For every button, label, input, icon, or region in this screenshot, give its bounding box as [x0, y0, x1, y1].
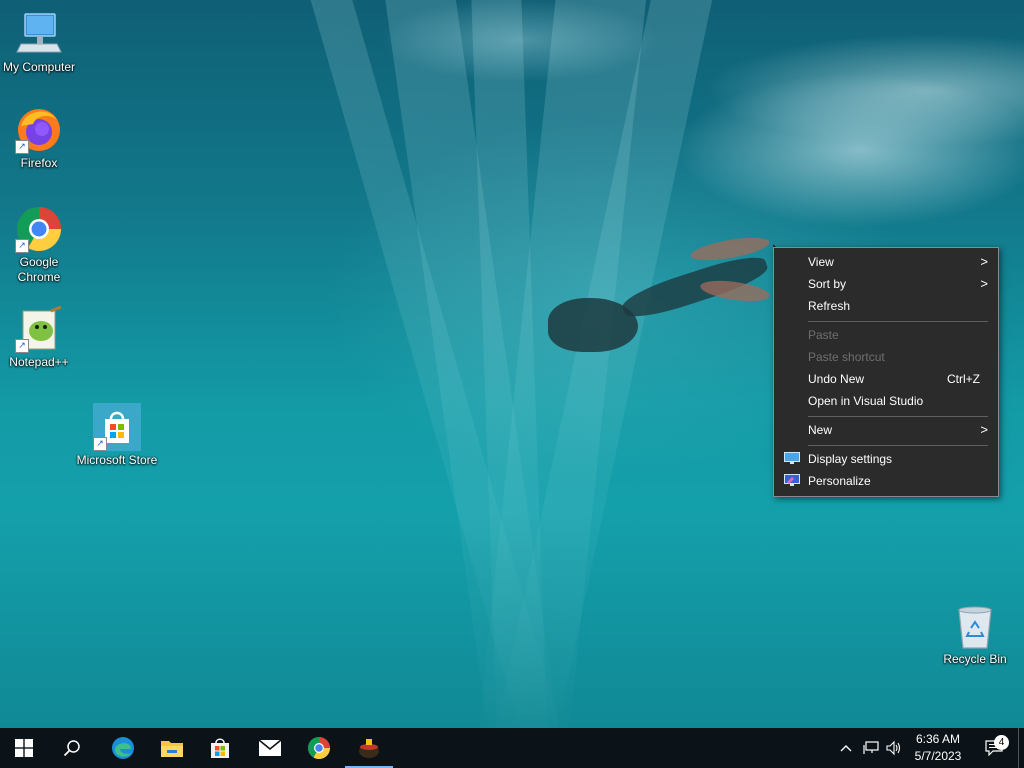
tray-overflow-button[interactable] — [836, 728, 856, 768]
menu-item-open-in-visual-studio[interactable]: Open in Visual Studio — [774, 390, 998, 412]
desktop-icon-microsoft-store[interactable]: ↗ Microsoft Store — [75, 403, 159, 468]
menu-item-paste: Paste — [808, 328, 839, 342]
desktop-icon-google-chrome[interactable]: ↗ Google Chrome — [0, 205, 81, 285]
desktop-icon-my-computer[interactable]: My Computer — [0, 10, 81, 75]
menu-item-sort-by[interactable]: Sort by > — [774, 273, 998, 295]
search-button[interactable] — [48, 728, 96, 768]
menu-item-new[interactable]: New > — [774, 419, 998, 441]
volume-icon — [886, 741, 901, 755]
desktop-icon-recycle-bin[interactable]: Recycle Bin — [933, 602, 1017, 667]
menu-item-paste-shortcut: Paste shortcut — [808, 350, 885, 364]
store-icon — [211, 738, 229, 758]
computer-icon — [15, 10, 63, 58]
menu-item-refresh[interactable]: Refresh — [774, 295, 998, 317]
desktop-icon-firefox[interactable]: ↗ Firefox — [0, 106, 81, 171]
taskbar-chrome[interactable] — [295, 728, 343, 768]
firefox-icon: ↗ — [15, 106, 63, 154]
taskbar-clock[interactable]: 6:36 AM 5/7/2023 — [902, 731, 974, 765]
mail-icon — [258, 739, 282, 756]
desktop-icon-label: Recycle Bin — [943, 652, 1007, 666]
start-icon — [15, 739, 33, 757]
menu-separator — [808, 416, 988, 417]
desktop-icon-notepad-plus-plus[interactable]: ↗ Notepad++ — [0, 305, 81, 370]
taskbar-running-app[interactable] — [345, 728, 393, 768]
recycle-bin-icon — [951, 602, 999, 650]
edge-icon — [112, 737, 134, 759]
store-icon: ↗ — [93, 403, 141, 451]
menu-item-undo-new[interactable]: Undo New Ctrl+Z — [774, 368, 998, 390]
desktop-icon-label: Firefox — [20, 156, 58, 170]
desktop-icon-label: My Computer — [2, 60, 76, 74]
start-button[interactable] — [0, 728, 48, 768]
menu-separator — [808, 321, 988, 322]
clock-date: 5/7/2023 — [914, 749, 962, 763]
shortcut-text: Ctrl+Z — [947, 372, 980, 386]
chevron-up-icon — [840, 745, 852, 752]
taskbar-mail[interactable] — [246, 728, 294, 768]
menu-item-display-settings[interactable]: Display settings — [774, 448, 998, 470]
taskbar: 6:36 AM 5/7/2023 4 — [0, 728, 1024, 768]
wallpaper-swimmer — [548, 298, 638, 352]
chrome-icon: ↗ — [15, 205, 63, 253]
volume-button[interactable] — [884, 728, 904, 768]
menu-item-personalize[interactable]: Personalize — [774, 470, 998, 492]
clock-time: 6:36 AM — [915, 732, 961, 746]
personalize-icon — [784, 474, 800, 486]
desktop-icon-label: Google Chrome — [17, 255, 61, 284]
display-icon — [784, 452, 800, 464]
file-explorer-icon — [161, 741, 183, 757]
notification-count-badge: 4 — [994, 735, 1009, 750]
chevron-right-icon: > — [980, 422, 988, 437]
desktop[interactable]: My Computer ↗ Firefox ↗ Google Chrome ↗ … — [0, 0, 1024, 728]
taskbar-edge[interactable] — [99, 728, 147, 768]
shortcut-arrow-icon: ↗ — [15, 140, 29, 154]
chevron-right-icon: > — [980, 276, 988, 291]
shortcut-arrow-icon: ↗ — [93, 437, 107, 451]
desktop-context-menu: View > Sort by > Refresh Paste Paste sho… — [773, 247, 999, 497]
search-icon — [63, 740, 80, 757]
chevron-right-icon: > — [980, 254, 988, 269]
taskbar-microsoft-store[interactable] — [196, 728, 244, 768]
chrome-icon — [308, 737, 330, 759]
network-icon — [863, 741, 879, 754]
action-center-button[interactable]: 4 — [980, 728, 1009, 768]
menu-separator — [808, 445, 988, 446]
network-button[interactable] — [860, 728, 882, 768]
show-desktop-button[interactable] — [1018, 728, 1019, 768]
desktop-icon-label: Notepad++ — [9, 355, 69, 369]
shortcut-arrow-icon: ↗ — [15, 239, 29, 253]
desktop-icon-label: Microsoft Store — [76, 453, 158, 467]
notepad-plus-plus-icon: ↗ — [15, 305, 63, 353]
app-icon — [359, 739, 379, 758]
shortcut-arrow-icon: ↗ — [15, 339, 29, 353]
menu-item-view[interactable]: View > — [774, 251, 998, 273]
taskbar-file-explorer[interactable] — [148, 728, 196, 768]
wallpaper-fin — [699, 277, 771, 305]
